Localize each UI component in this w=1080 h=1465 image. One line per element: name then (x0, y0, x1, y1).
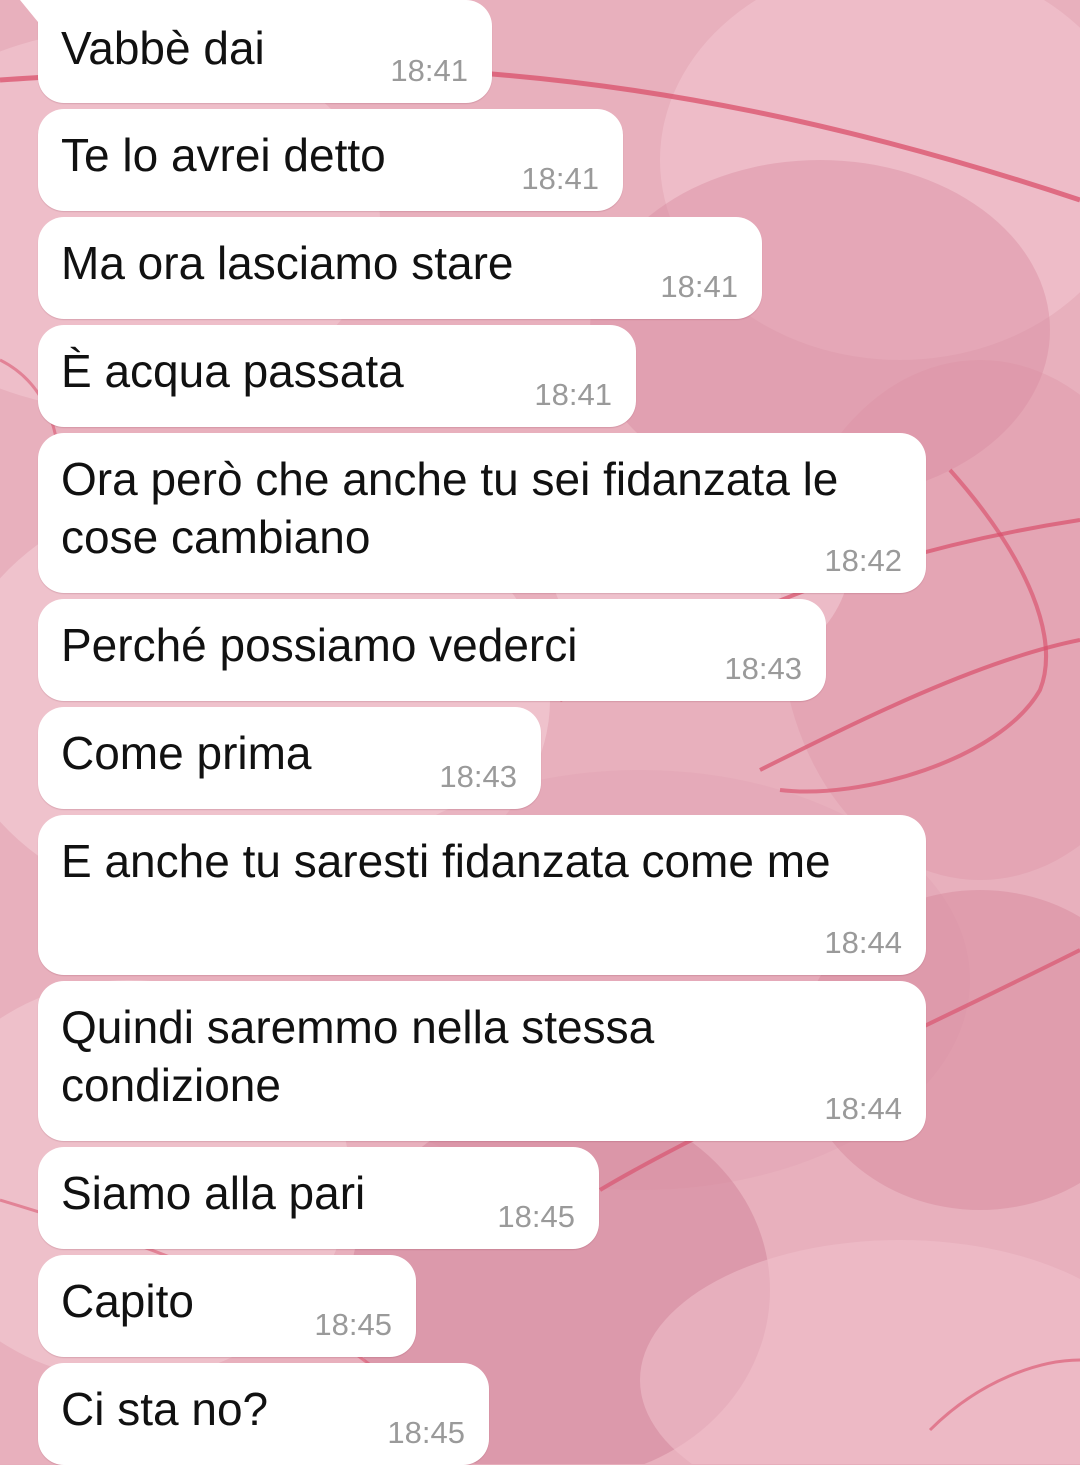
message-time: 18:42 (824, 543, 902, 578)
message-text: Siamo alla pari (61, 1167, 366, 1219)
message-time: 18:44 (824, 925, 902, 960)
message-bubble[interactable]: Siamo alla pari 18:45 (38, 1147, 599, 1249)
message-bubble[interactable]: Come prima 18:43 (38, 707, 541, 809)
message-bubble[interactable]: Vabbè dai 18:41 (20, 0, 492, 103)
message-time: 18:45 (314, 1307, 392, 1342)
message-time: 18:44 (824, 1091, 902, 1126)
message-time: 18:41 (660, 269, 738, 304)
message-text: Perché possiamo vederci (61, 619, 578, 671)
message-text: Come prima (61, 727, 312, 779)
message-bubble[interactable]: Ora però che anche tu sei fidanzata le c… (38, 433, 926, 593)
message-text: E anche tu saresti fidanzata come me (61, 835, 831, 887)
message-time: 18:43 (439, 759, 517, 794)
message-bubble[interactable]: Te lo avrei detto 18:41 (38, 109, 623, 211)
message-bubble[interactable]: Ma ora lasciamo stare 18:41 (38, 217, 762, 319)
message-text: Capito (61, 1275, 194, 1327)
message-text: Quindi saremmo nella stessa condizione (61, 1001, 655, 1111)
message-text: È acqua passata (61, 345, 404, 397)
message-time: 18:43 (724, 651, 802, 686)
message-text: Ora però che anche tu sei fidanzata le c… (61, 453, 839, 563)
message-bubble[interactable]: E anche tu saresti fidanzata come me 18:… (38, 815, 926, 975)
message-bubble[interactable]: Quindi saremmo nella stessa condizione 1… (38, 981, 926, 1141)
message-time: 18:45 (387, 1415, 465, 1450)
message-list[interactable]: Vabbè dai 18:41 Te lo avrei detto 18:41 … (0, 0, 1080, 1465)
message-time: 18:41 (521, 161, 599, 196)
message-bubble[interactable]: Capito 18:45 (38, 1255, 416, 1357)
message-text: Te lo avrei detto (61, 129, 386, 181)
message-time: 18:41 (534, 377, 612, 412)
message-bubble[interactable]: È acqua passata 18:41 (38, 325, 636, 427)
message-bubble[interactable]: Perché possiamo vederci 18:43 (38, 599, 826, 701)
message-time: 18:45 (497, 1199, 575, 1234)
message-time: 18:41 (390, 53, 468, 88)
message-bubble[interactable]: Ci sta no? 18:45 (38, 1363, 489, 1465)
message-text: Vabbè dai (61, 22, 265, 74)
message-text: Ci sta no? (61, 1383, 269, 1435)
message-text: Ma ora lasciamo stare (61, 237, 514, 289)
